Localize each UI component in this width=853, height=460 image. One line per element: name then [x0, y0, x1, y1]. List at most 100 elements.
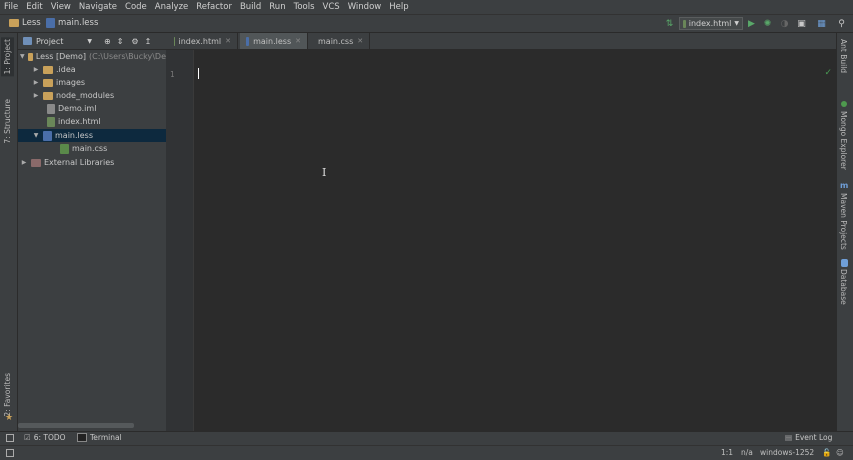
caret-position[interactable]: 1:1 [721, 448, 733, 457]
project-panel: Project ▼ ⊕ ⇕ ⚙ ↥ ▼ Less [Demo] (C:\User… [18, 33, 166, 431]
maven-icon: m [840, 181, 849, 190]
todo-icon: ☑ [24, 433, 31, 442]
inspector-icon[interactable]: ☺ [836, 448, 844, 457]
menu-run[interactable]: Run [265, 2, 289, 12]
tab-main-css[interactable]: main.css ✕ [308, 33, 370, 49]
folder-icon [9, 19, 19, 27]
tree-item-label: main.less [55, 131, 94, 140]
collapsed-arrow-icon: ▶ [21, 159, 27, 166]
tool-tab-event-log-label: Event Log [795, 433, 833, 442]
status-bar: 1:1 n/a windows-1252 🔓 ☺ [0, 445, 853, 460]
menu-tools[interactable]: Tools [290, 2, 319, 12]
tree-item-index-html[interactable]: index.html [18, 115, 166, 128]
tree-item-label: index.html [58, 117, 101, 126]
project-structure-icon[interactable]: ▦ [816, 18, 827, 29]
menu-bar: File Edit View Navigate Code Analyze Ref… [0, 0, 853, 14]
tree-item-less-demo[interactable]: ▼ Less [Demo] (C:\Users\Bucky\De [18, 50, 166, 63]
text-caret [198, 68, 199, 79]
tool-tab-project[interactable]: 1: Project [1, 37, 14, 77]
close-icon[interactable]: ✕ [295, 37, 301, 45]
tree-item-external-libraries[interactable]: ▶ External Libraries [18, 156, 166, 169]
tool-tab-todo[interactable]: ☑ 6: TODO [24, 433, 66, 442]
run-icon[interactable]: ▶ [746, 18, 757, 29]
menu-analyze[interactable]: Analyze [151, 2, 193, 12]
tree-item-images[interactable]: ▶ images [18, 76, 166, 89]
menu-window[interactable]: Window [344, 2, 386, 12]
html-file-icon [683, 19, 686, 28]
file-encoding[interactable]: windows-1252 [760, 448, 814, 457]
text-cursor-icon: I [322, 166, 327, 179]
iml-file-icon [47, 103, 55, 114]
line-separator[interactable]: n/a [741, 448, 753, 457]
tab-label: main.less [253, 36, 292, 46]
tree-item-idea[interactable]: ▶ .idea [18, 63, 166, 76]
layout-icon[interactable] [6, 434, 14, 442]
collapse-icon[interactable]: ⇕ [117, 37, 124, 46]
tree-item-node-modules[interactable]: ▶ node_modules [18, 89, 166, 102]
tool-tab-mongo-explorer-label: Mongo Explorer [839, 111, 848, 170]
tool-tab-favorites[interactable]: 2: Favorites [1, 371, 14, 419]
debug-icon[interactable]: ✺ [762, 18, 773, 29]
menu-code[interactable]: Code [121, 2, 151, 12]
css-file-icon [60, 143, 69, 154]
tree-item-label: images [56, 78, 86, 87]
menu-file[interactable]: File [0, 2, 22, 12]
less-file-icon [246, 36, 250, 46]
menu-build[interactable]: Build [236, 2, 265, 12]
search-icon[interactable]: ⚲ [836, 18, 847, 29]
library-icon [31, 158, 41, 167]
tree-item-label: main.css [72, 144, 108, 153]
tool-windows-icon[interactable] [6, 449, 14, 457]
code-editor[interactable]: ✓ [194, 50, 836, 431]
tool-tab-database[interactable]: Database [839, 269, 848, 305]
sync-icon[interactable]: ⊕ [104, 37, 111, 46]
menu-view[interactable]: View [47, 2, 75, 12]
close-icon[interactable]: ✕ [357, 37, 363, 45]
tab-label: index.html [178, 36, 222, 46]
tool-tab-terminal[interactable]: Terminal [77, 433, 122, 442]
folder-icon [43, 91, 53, 100]
menu-edit[interactable]: Edit [22, 2, 46, 12]
tool-tab-maven-projects-label: Maven Projects [839, 193, 848, 250]
tree-item-label: Less [Demo] [35, 52, 86, 61]
tool-tab-structure[interactable]: 7: Structure [1, 97, 14, 146]
breadcrumb-file-label: main.less [58, 18, 99, 28]
chevron-down-icon[interactable]: ▼ [87, 38, 92, 45]
menu-vcs[interactable]: VCS [319, 2, 344, 12]
project-view-selector[interactable]: Project [36, 37, 63, 46]
gear-icon[interactable]: ⚙ [131, 37, 138, 46]
tool-tab-mongo-explorer[interactable]: Mongo Explorer [839, 111, 848, 170]
expanded-arrow-icon: ▼ [20, 53, 25, 60]
run-config-select[interactable]: index.html ▼ [679, 17, 743, 30]
tree-item-demo-iml[interactable]: Demo.iml [18, 102, 166, 115]
lock-icon[interactable]: 🔓 [822, 448, 831, 457]
build-icon[interactable]: ⇅ [664, 18, 675, 29]
tool-tab-ant-build[interactable]: Ant Build [839, 39, 848, 73]
mongo-icon [841, 101, 847, 107]
folder-icon [43, 78, 53, 87]
tool-tab-project-label: 1: Project [3, 39, 12, 75]
left-tool-stripe: 1: Project 7: Structure 2: Favorites ★ [0, 33, 18, 431]
tool-tab-terminal-label: Terminal [90, 433, 122, 442]
menu-refactor[interactable]: Refactor [192, 2, 236, 12]
tab-main-less[interactable]: main.less ✕ [240, 33, 308, 49]
hide-icon[interactable]: ↥ [145, 37, 152, 46]
breadcrumb-file[interactable]: main.less [46, 18, 98, 28]
breadcrumb-project[interactable]: Less [9, 18, 41, 28]
terminal-icon [77, 433, 87, 442]
tab-index-html[interactable]: index.html ✕ [168, 33, 238, 49]
star-icon: ★ [5, 413, 14, 423]
tool-tab-event-log[interactable]: ▤ Event Log [785, 433, 832, 442]
tree-item-detail: (C:\Users\Bucky\De [88, 52, 166, 61]
tool-tab-database-label: Database [839, 269, 848, 305]
close-icon[interactable]: ✕ [225, 37, 231, 45]
menu-navigate[interactable]: Navigate [75, 2, 121, 12]
tool-tab-maven-projects[interactable]: Maven Projects [839, 193, 848, 250]
tree-item-main-less[interactable]: ▼ main.less [18, 129, 166, 142]
folder-icon [43, 65, 53, 74]
settings-icon[interactable]: ▣ [796, 18, 807, 29]
tree-item-main-css[interactable]: main.css [18, 142, 166, 155]
coverage-icon[interactable]: ◑ [779, 18, 790, 29]
horizontal-scrollbar[interactable] [18, 423, 134, 428]
menu-help[interactable]: Help [385, 2, 412, 12]
